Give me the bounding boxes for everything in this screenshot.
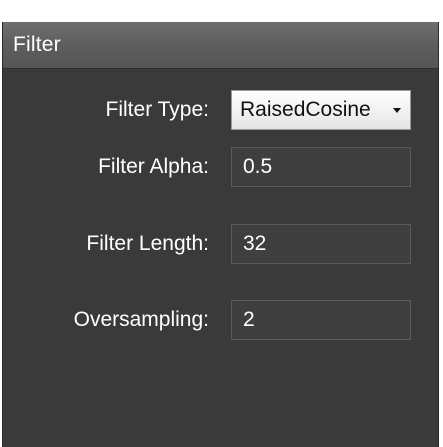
filter-type-label: Filter Type: (105, 98, 209, 121)
window-frame: Filter Filter Type: RaisedCosine Filter … (0, 0, 443, 447)
oversampling-row: Oversampling: 2 (3, 300, 438, 340)
filter-length-input[interactable]: 32 (231, 224, 411, 264)
panel-title: Filter (13, 33, 61, 56)
oversampling-label: Oversampling: (73, 308, 209, 331)
filter-alpha-row: Filter Alpha: 0.5 (3, 147, 438, 187)
chevron-down-icon (393, 108, 401, 113)
panel-header: Filter (3, 22, 438, 69)
filter-length-label: Filter Length: (86, 232, 209, 255)
filter-length-row: Filter Length: 32 (3, 224, 438, 264)
filter-type-row: Filter Type: RaisedCosine (3, 90, 438, 130)
filter-panel: Filter Filter Type: RaisedCosine Filter … (2, 22, 439, 447)
filter-type-select[interactable]: RaisedCosine (231, 90, 411, 130)
oversampling-input[interactable]: 2 (231, 300, 411, 340)
filter-alpha-input[interactable]: 0.5 (231, 147, 411, 187)
filter-alpha-label: Filter Alpha: (98, 155, 209, 178)
filter-type-value: RaisedCosine (240, 98, 371, 121)
